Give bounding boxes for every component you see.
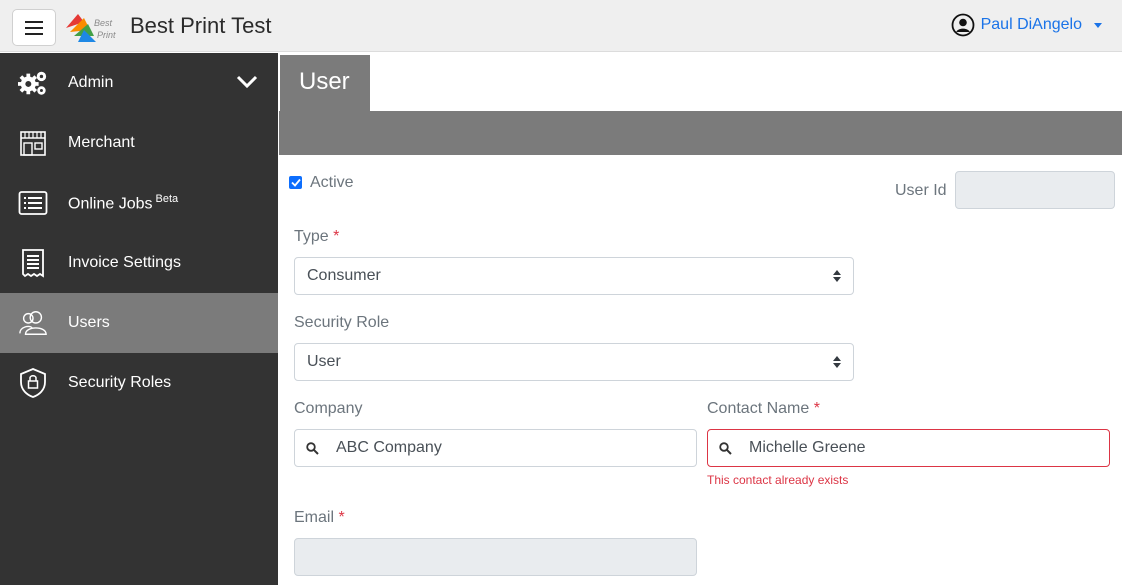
select-arrows-icon <box>833 270 841 282</box>
sidebar-item-invoice-settings[interactable]: Invoice Settings <box>0 233 278 293</box>
company-label: Company <box>294 400 363 417</box>
user-name: Paul DiAngelo <box>980 16 1082 33</box>
receipt-icon <box>18 248 48 278</box>
select-arrows-icon <box>833 356 841 368</box>
security-role-select-value: User <box>307 353 341 370</box>
shield-lock-icon <box>18 368 48 398</box>
search-icon <box>306 442 319 455</box>
svg-text:Print: Print <box>97 30 116 40</box>
user-circle-icon <box>951 13 974 37</box>
user-id-field[interactable] <box>955 171 1115 209</box>
svg-text:Best: Best <box>94 18 113 28</box>
email-field[interactable] <box>294 538 697 576</box>
security-role-select[interactable]: User <box>294 343 854 381</box>
hamburger-icon <box>25 20 43 35</box>
checkmark-icon <box>290 178 301 187</box>
sidebar-item-security-roles[interactable]: Security Roles <box>0 353 278 413</box>
company-value: ABC Company <box>336 439 442 456</box>
sidebar-item-label: Online Jobs Beta <box>68 192 179 213</box>
sidebar-item-label: Admin <box>68 74 114 91</box>
sidebar-item-label: Users <box>68 314 110 331</box>
email-label: Email * <box>294 509 345 526</box>
sidebar-item-label: Merchant <box>68 134 135 151</box>
page-title: User <box>280 55 370 112</box>
search-icon <box>719 442 732 455</box>
list-icon <box>18 188 48 218</box>
best-print-logo: Best Print <box>66 14 116 42</box>
sidebar-item-online-jobs[interactable]: Online Jobs Beta <box>0 173 278 233</box>
hamburger-menu-button[interactable] <box>12 9 56 46</box>
security-role-label: Security Role <box>294 314 390 331</box>
company-search-field[interactable]: ABC Company <box>294 429 697 467</box>
type-label: Type * <box>294 228 340 245</box>
contact-error-message: This contact already exists <box>707 473 849 487</box>
sidebar-item-label: Invoice Settings <box>68 254 181 271</box>
sidebar: Admin Merchant Online Jobs Beta Invoice … <box>0 53 278 585</box>
type-select-value: Consumer <box>307 267 381 284</box>
beta-badge: Beta <box>155 192 179 205</box>
active-checkbox[interactable] <box>289 176 302 189</box>
type-select[interactable]: Consumer <box>294 257 854 295</box>
contact-name-label: Contact Name * <box>707 400 820 417</box>
page-header-band <box>279 111 1122 155</box>
chevron-down-icon <box>1094 22 1102 28</box>
sidebar-item-users[interactable]: Users <box>0 293 278 353</box>
contact-name-search-field[interactable]: Michelle Greene <box>707 429 1110 467</box>
storefront-icon <box>18 128 48 158</box>
top-bar: Best Print Best Print Test Paul DiAngelo <box>0 0 1122 52</box>
sidebar-item-admin[interactable]: Admin <box>0 53 278 113</box>
users-icon <box>18 308 48 338</box>
chevron-down-icon <box>236 75 258 89</box>
active-label: Active <box>310 174 354 191</box>
contact-name-value: Michelle Greene <box>749 439 866 456</box>
sidebar-item-label: Security Roles <box>68 374 172 391</box>
user-menu[interactable]: Paul DiAngelo <box>951 13 1102 37</box>
app-title: Best Print Test <box>130 13 272 38</box>
sidebar-item-merchant[interactable]: Merchant <box>0 113 278 173</box>
user-id-label: User Id <box>895 182 947 199</box>
gears-icon <box>18 68 48 98</box>
